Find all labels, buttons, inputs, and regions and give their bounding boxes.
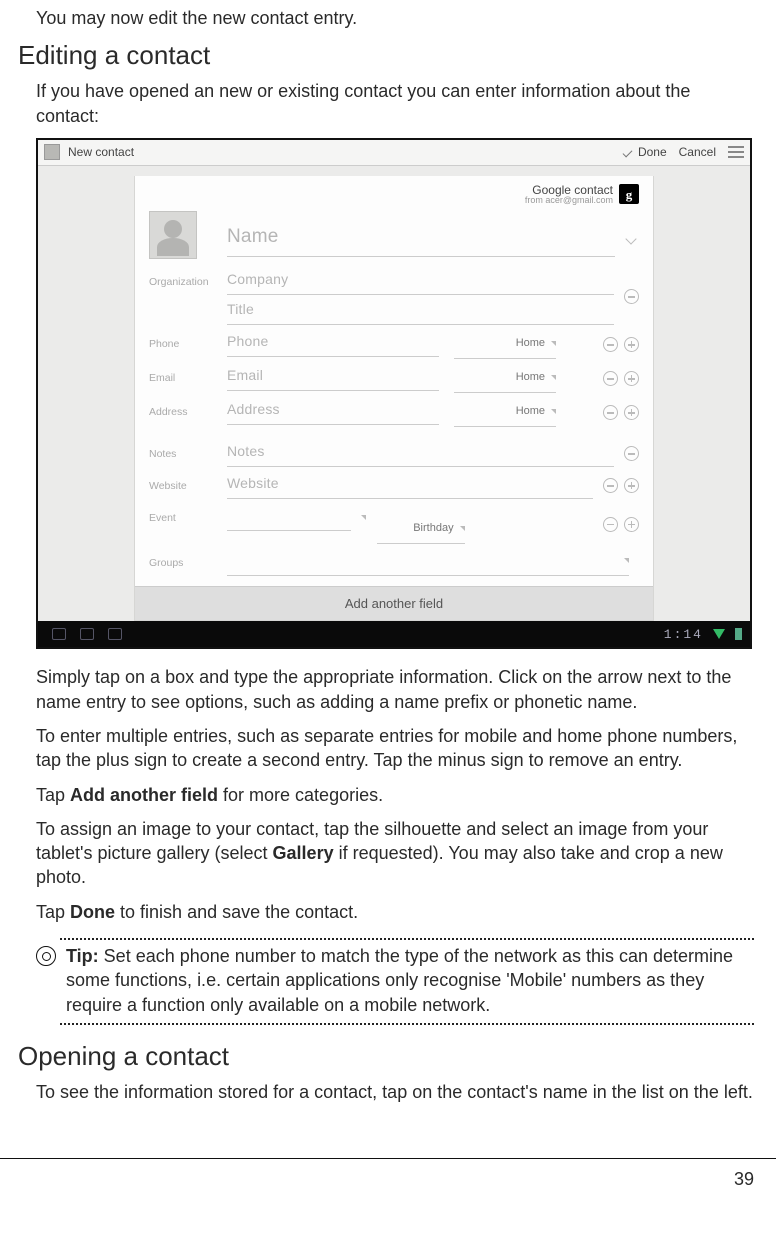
dropdown-icon — [551, 375, 556, 380]
remove-website-icon[interactable] — [603, 478, 618, 493]
dropdown-icon — [460, 526, 465, 531]
clock-text: 1:14 — [664, 626, 703, 644]
company-input[interactable]: Company — [227, 265, 614, 295]
account-email-label: from acer@gmail.com — [525, 196, 613, 205]
intro-text: You may now edit the new contact entry. — [36, 6, 754, 30]
phone-input[interactable]: Phone — [227, 327, 439, 357]
website-input[interactable]: Website — [227, 469, 593, 499]
dropdown-icon — [551, 341, 556, 346]
dropdown-icon — [624, 558, 629, 563]
dropdown-icon — [551, 409, 556, 414]
home-icon[interactable] — [80, 628, 94, 640]
heading-editing-contact: Editing a contact — [18, 38, 754, 73]
label-organization: Organization — [149, 265, 217, 289]
screenshot-body: Google contact from acer@gmail.com g Nam… — [38, 166, 750, 621]
remove-event-icon[interactable] — [603, 517, 618, 532]
label-phone: Phone — [149, 327, 217, 351]
add-address-icon[interactable] — [624, 405, 639, 420]
dotted-divider — [60, 1023, 754, 1025]
add-phone-icon[interactable] — [624, 337, 639, 352]
wifi-icon — [713, 629, 725, 639]
address-type-select[interactable]: Home — [454, 397, 556, 427]
check-icon — [621, 146, 634, 159]
add-email-icon[interactable] — [624, 371, 639, 386]
remove-address-icon[interactable] — [603, 405, 618, 420]
event-date-input[interactable] — [227, 501, 351, 531]
label-groups: Groups — [149, 546, 217, 570]
done-button[interactable]: Done — [621, 144, 667, 160]
contact-editor-screenshot: New contact Done Cancel Google contact f… — [36, 138, 752, 649]
notes-input[interactable]: Notes — [227, 437, 614, 467]
p-simply-tap: Simply tap on a box and type the appropr… — [36, 665, 754, 714]
heading-opening-contact: Opening a contact — [18, 1039, 754, 1074]
system-navbar: 1:14 — [38, 621, 750, 647]
phone-type-select[interactable]: Home — [454, 329, 556, 359]
event-type-select[interactable]: Birthday — [377, 514, 465, 544]
done-label: Done — [638, 144, 667, 160]
edit-intro-text: If you have opened an new or existing co… — [36, 79, 754, 128]
name-expand-icon[interactable] — [625, 232, 639, 246]
label-address: Address — [149, 395, 217, 419]
screenshot-topbar: New contact Done Cancel — [38, 140, 750, 166]
p-assign-image: To assign an image to your contact, tap … — [36, 817, 754, 890]
remove-org-icon[interactable] — [624, 289, 639, 304]
p-tap-done: Tap Done to finish and save the contact. — [36, 900, 754, 924]
remove-email-icon[interactable] — [603, 371, 618, 386]
p-multiple-entries: To enter multiple entries, such as separ… — [36, 724, 754, 773]
page-number: 39 — [734, 1169, 754, 1189]
title-input[interactable]: Title — [227, 295, 614, 325]
overflow-menu-icon[interactable] — [728, 146, 744, 158]
cancel-button[interactable]: Cancel — [679, 144, 716, 160]
contact-photo-placeholder[interactable] — [149, 211, 197, 259]
address-input[interactable]: Address — [227, 395, 439, 425]
label-event: Event — [149, 501, 217, 525]
dropdown-icon — [361, 515, 366, 534]
tip-icon — [36, 946, 56, 966]
add-website-icon[interactable] — [624, 478, 639, 493]
email-input[interactable]: Email — [227, 361, 439, 391]
tip-text: Tip: Set each phone number to match the … — [66, 944, 754, 1017]
remove-phone-icon[interactable] — [603, 337, 618, 352]
p-add-another-field: Tap Add another field for more categorie… — [36, 783, 754, 807]
back-icon[interactable] — [52, 628, 66, 640]
account-row: Google contact from acer@gmail.com g — [149, 184, 639, 205]
label-email: Email — [149, 361, 217, 385]
label-website: Website — [149, 469, 217, 493]
page-footer: 39 — [0, 1158, 776, 1191]
screen-title: New contact — [68, 144, 621, 160]
email-type-select[interactable]: Home — [454, 363, 556, 393]
dotted-divider — [60, 938, 754, 940]
contact-form-card: Google contact from acer@gmail.com g Nam… — [134, 176, 654, 621]
contact-card-icon — [44, 144, 60, 160]
add-another-field-button[interactable]: Add another field — [135, 586, 653, 621]
p-open-contact: To see the information stored for a cont… — [36, 1080, 754, 1104]
battery-icon — [735, 628, 742, 640]
groups-select[interactable] — [227, 546, 629, 576]
label-notes: Notes — [149, 437, 217, 461]
recents-icon[interactable] — [108, 628, 122, 640]
remove-notes-icon[interactable] — [624, 446, 639, 461]
tip-box: Tip: Set each phone number to match the … — [36, 938, 754, 1025]
google-badge-icon: g — [619, 184, 639, 204]
add-event-icon[interactable] — [624, 517, 639, 532]
name-input[interactable]: Name — [227, 217, 615, 257]
